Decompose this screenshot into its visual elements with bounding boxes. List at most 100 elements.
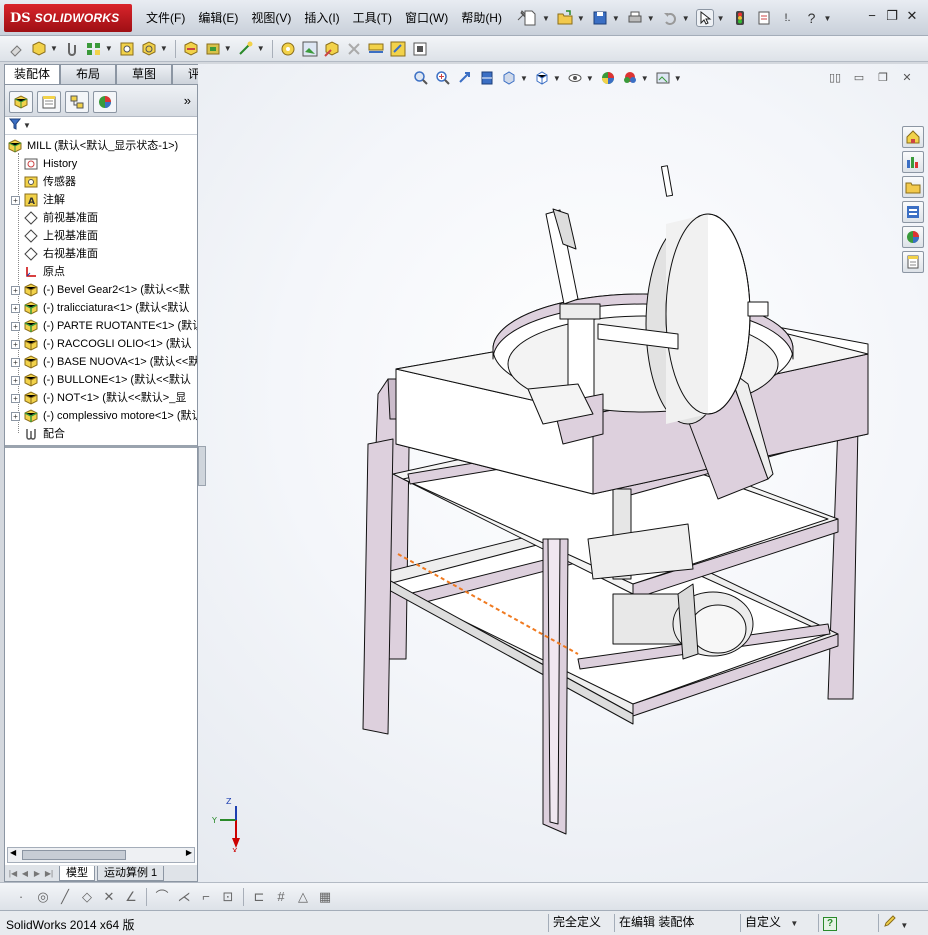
table-icon[interactable]: ▦	[317, 889, 333, 905]
panel-collapse-handle[interactable]	[198, 446, 206, 486]
file-properties-icon[interactable]	[755, 9, 773, 27]
tab-assembly[interactable]: 装配体	[4, 64, 60, 84]
scroll-left-icon[interactable]: ◀	[10, 848, 16, 857]
zoom-to-area-icon[interactable]	[435, 70, 451, 86]
tree-item[interactable]: + (-) RACCOGLI OLIO<1> (默认	[11, 335, 192, 353]
trim-icon[interactable]: ✕	[101, 889, 117, 905]
expand-plus-icon[interactable]: +	[11, 411, 20, 421]
units-selector[interactable]: 自定义 ▼	[740, 914, 812, 932]
split-horizontal-icon[interactable]: ▭	[850, 71, 868, 85]
view-settings-dropdown-icon[interactable]: ▼	[674, 74, 682, 83]
prev-tab-icon[interactable]: ◀	[19, 869, 31, 878]
dimension-icon[interactable]: ⊏	[251, 889, 267, 905]
display-manager-tab-icon[interactable]	[93, 91, 117, 113]
angle-icon[interactable]: ∠	[123, 889, 139, 905]
print-dropdown-icon[interactable]: ▼	[647, 14, 655, 23]
open-dropdown-icon[interactable]: ▼	[577, 14, 585, 23]
tree-item[interactable]: History	[23, 155, 77, 173]
rebuild-traffic-light-icon[interactable]	[731, 9, 749, 27]
line-icon[interactable]: ╱	[57, 889, 73, 905]
units-dropdown-icon[interactable]: ▼	[790, 919, 798, 928]
tree-item[interactable]: 原点	[23, 263, 65, 281]
hide-show-dropdown-icon[interactable]: ▼	[586, 74, 594, 83]
select-dropdown-icon[interactable]: ▼	[717, 14, 725, 23]
clearance-verification-icon[interactable]	[367, 40, 385, 58]
move-component-icon[interactable]	[140, 40, 158, 58]
expand-plus-icon[interactable]: +	[11, 339, 20, 349]
features-dropdown-icon[interactable]: ▼	[224, 44, 232, 53]
previous-view-icon[interactable]	[457, 70, 473, 86]
point-icon[interactable]: ·	[13, 889, 29, 905]
menu-insert[interactable]: 插入(I)	[304, 9, 339, 26]
help-icon[interactable]: ?	[803, 9, 821, 27]
zoom-to-fit-icon[interactable]	[413, 70, 429, 86]
expand-plus-icon[interactable]: +	[11, 321, 20, 331]
restore-icon[interactable]: ❐	[882, 8, 902, 26]
tree-root[interactable]: MILL (默认<默认_显示状态-1>)	[7, 137, 178, 155]
horizontal-scrollbar[interactable]: ◀ ▶	[7, 847, 195, 863]
hole-alignment-icon[interactable]	[389, 40, 407, 58]
scroll-right-icon[interactable]: ▶	[186, 848, 192, 857]
first-tab-icon[interactable]: |◀	[7, 869, 19, 878]
section-view-icon[interactable]	[479, 70, 495, 86]
viewport-close-icon[interactable]: ✕	[898, 71, 916, 85]
edit-appearance-icon[interactable]	[600, 70, 616, 86]
expand-plus-icon[interactable]: +	[11, 375, 20, 385]
quick-tips-button[interactable]: ?	[818, 914, 846, 932]
new-document-icon[interactable]	[521, 9, 539, 27]
tree-item[interactable]: + (-) BULLONE<1> (默认<<默认	[11, 371, 191, 389]
insert-component-dropdown-icon[interactable]: ▼	[50, 44, 58, 53]
open-folder-icon[interactable]	[556, 9, 574, 27]
triangle-icon[interactable]: △	[295, 889, 311, 905]
assembly-features-icon[interactable]	[204, 40, 222, 58]
tree-item[interactable]: + A 注解	[11, 191, 65, 209]
expand-plus-icon[interactable]: +	[11, 357, 20, 367]
circle-icon[interactable]: ◎	[35, 889, 51, 905]
configuration-manager-tab-icon[interactable]	[65, 91, 89, 113]
close-icon[interactable]: ✕	[902, 8, 922, 26]
select-pointer-icon[interactable]	[695, 9, 714, 27]
linear-pattern-icon[interactable]	[85, 40, 103, 58]
feature-manager-tab-icon[interactable]	[9, 91, 33, 113]
tree-item[interactable]: + (-) PARTE RUOTANTE<1> (默认	[11, 317, 197, 335]
last-tab-icon[interactable]: ▶|	[43, 869, 55, 878]
rebuild-status[interactable]: ▼	[878, 914, 924, 932]
polygon-icon[interactable]: ◇	[79, 889, 95, 905]
fillet-icon[interactable]: ⌒	[154, 889, 170, 905]
rebuild-dropdown-icon[interactable]: ▼	[900, 921, 908, 930]
apply-scene-icon[interactable]	[622, 70, 638, 86]
sketch-rectangle-icon[interactable]: ⊡	[220, 889, 236, 905]
more-tabs-chevron-icon[interactable]: »	[184, 93, 191, 108]
instant3d-icon[interactable]	[411, 40, 429, 58]
interference-detection-icon[interactable]	[345, 40, 363, 58]
menu-tools[interactable]: 工具(T)	[353, 9, 392, 26]
grid-icon[interactable]: #	[273, 889, 289, 905]
print-icon[interactable]	[626, 9, 644, 27]
bill-of-materials-icon[interactable]	[279, 40, 297, 58]
view-orientation-dropdown-icon[interactable]: ▼	[520, 74, 528, 83]
display-style-icon[interactable]	[534, 70, 550, 86]
show-hidden-components-icon[interactable]	[182, 40, 200, 58]
tree-item[interactable]: + (-) NOT<1> (默认<<默认>_显	[11, 389, 186, 407]
help-dropdown-icon[interactable]: ▼	[824, 14, 832, 23]
panel-divider[interactable]	[5, 445, 197, 448]
tree-item[interactable]: + (-) Bevel Gear2<1> (默认<<默	[11, 281, 190, 299]
minimize-icon[interactable]: −	[862, 8, 882, 26]
split-vertical-icon[interactable]: ▯▯	[826, 71, 844, 85]
view-orientation-icon[interactable]	[501, 70, 517, 86]
hide-show-items-icon[interactable]	[567, 70, 583, 86]
move-dropdown-icon[interactable]: ▼	[160, 44, 168, 53]
next-tab-icon[interactable]: ▶	[31, 869, 43, 878]
edit-component-icon[interactable]	[8, 40, 26, 58]
tree-item[interactable]: + (-) BASE NUOVA<1> (默认<<默	[11, 353, 197, 371]
tree-item[interactable]: 前视基准面	[23, 209, 98, 227]
expand-plus-icon[interactable]: +	[11, 393, 20, 403]
exploded-view-icon[interactable]	[301, 40, 319, 58]
tree-item[interactable]: 右视基准面	[23, 245, 98, 263]
solidworks-logo[interactable]: DS SOLIDWORKS	[4, 4, 132, 32]
display-style-dropdown-icon[interactable]: ▼	[553, 74, 561, 83]
expand-plus-icon[interactable]: +	[11, 285, 20, 295]
solidworks-resources-icon[interactable]	[902, 126, 924, 148]
expand-plus-icon[interactable]: +	[11, 303, 20, 313]
tree-item[interactable]: 上视基准面	[23, 227, 98, 245]
